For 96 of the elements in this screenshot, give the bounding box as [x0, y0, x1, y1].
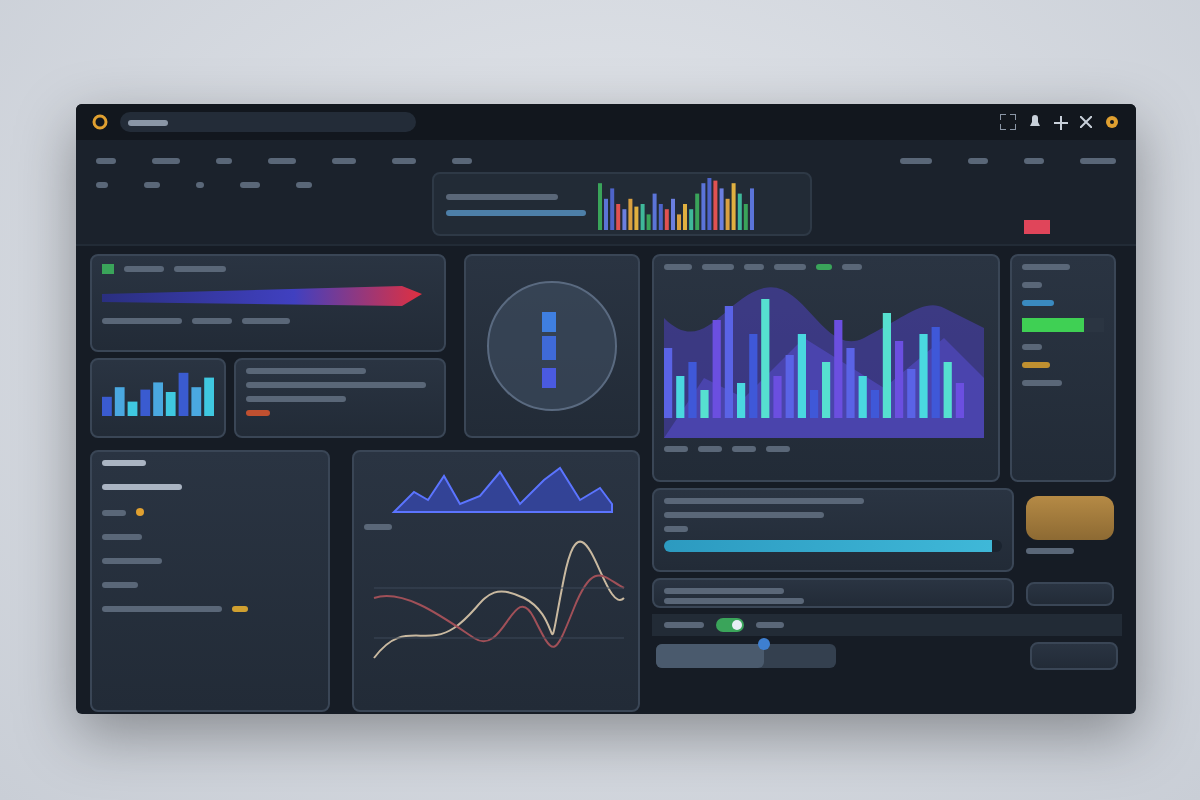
blurred-text	[144, 182, 160, 188]
blurred-text	[446, 209, 586, 215]
blurred-text	[446, 193, 558, 199]
blurred-text	[664, 264, 692, 270]
blurred-text	[1026, 548, 1074, 554]
blurred-text	[232, 606, 248, 612]
blurred-text	[1022, 362, 1050, 368]
chart-bar	[797, 334, 806, 418]
chart-bar	[773, 376, 782, 418]
blurred-text	[96, 182, 108, 188]
slider-thumb[interactable]	[758, 638, 770, 650]
chart-bar	[870, 390, 879, 418]
close-icon[interactable]	[1080, 116, 1092, 128]
blurred-text	[268, 158, 296, 164]
blurred-text	[1024, 158, 1044, 164]
blurred-text	[744, 264, 764, 270]
blurred-text	[1080, 158, 1116, 164]
slider[interactable]	[656, 644, 836, 668]
blurred-text	[124, 266, 164, 272]
chart-bar	[688, 362, 697, 418]
blurred-text	[968, 158, 988, 164]
chart-bar	[712, 320, 721, 418]
blurred-text	[246, 410, 270, 416]
chart-bar	[882, 313, 891, 418]
blurred-text	[102, 509, 126, 515]
blurred-text	[152, 158, 180, 164]
blurred-text	[332, 158, 356, 164]
info-box	[1026, 581, 1114, 605]
chart-bar	[834, 320, 843, 418]
chart-bar	[907, 369, 916, 418]
blurred-text	[756, 622, 784, 628]
blurred-text	[664, 446, 688, 452]
blurred-text	[296, 182, 312, 188]
blurred-text	[192, 318, 232, 324]
blurred-text	[664, 598, 804, 604]
chart-bar	[700, 390, 709, 418]
action-button[interactable]	[1026, 496, 1114, 540]
blurred-text	[196, 182, 204, 188]
blurred-text	[1022, 300, 1054, 306]
toggle-switch[interactable]	[716, 618, 744, 632]
blurred-text	[702, 264, 734, 270]
chart-bar	[931, 327, 940, 418]
blurred-text	[102, 582, 138, 588]
blurred-text	[102, 484, 182, 490]
blurred-text	[128, 119, 168, 125]
blurred-text	[1022, 264, 1070, 270]
blurred-text	[1022, 380, 1062, 386]
blurred-text	[102, 534, 142, 540]
folder-icon	[102, 264, 114, 274]
blurred-text	[1022, 344, 1042, 350]
logo-icon	[92, 114, 108, 130]
blurred-text	[664, 622, 704, 628]
blurred-text	[364, 524, 392, 530]
chart-bar	[676, 376, 685, 418]
blurred-text	[664, 588, 784, 594]
circle-chart-drawing	[482, 276, 622, 416]
blurred-text	[174, 266, 226, 272]
blurred-text	[732, 446, 756, 452]
chart-bar	[846, 348, 855, 418]
blurred-text	[246, 368, 366, 374]
bell-icon[interactable]	[1028, 114, 1042, 130]
blurred-text	[392, 158, 416, 164]
chart-bar	[761, 299, 770, 418]
blurred-text	[246, 396, 346, 402]
chart-bar	[858, 376, 867, 418]
chart-bar	[785, 355, 794, 418]
chart-bar	[895, 341, 904, 418]
chart-bar	[822, 362, 831, 418]
chart-bar	[664, 348, 673, 418]
expand-icon[interactable]	[1000, 114, 1016, 130]
plus-icon[interactable]	[1054, 115, 1068, 129]
blurred-text	[102, 318, 182, 324]
chart-bar	[955, 383, 964, 418]
chart-bar	[919, 334, 928, 418]
chart-bar	[749, 334, 758, 418]
blurred-text	[900, 158, 932, 164]
blurred-text	[766, 446, 790, 452]
blurred-text	[664, 526, 688, 532]
blurred-text	[1022, 282, 1042, 288]
blurred-text	[242, 318, 290, 324]
gear-icon[interactable]	[1104, 114, 1120, 130]
blurred-text	[216, 158, 232, 164]
blurred-text	[774, 264, 806, 270]
chart-bar	[943, 362, 952, 418]
search-field[interactable]	[120, 112, 416, 132]
blurred-text	[452, 158, 472, 164]
blurred-text	[698, 446, 722, 452]
blurred-text	[102, 558, 162, 564]
chart-bar	[737, 383, 746, 418]
status-indicator	[1024, 220, 1050, 234]
blurred-text	[102, 606, 222, 612]
blurred-text	[102, 460, 146, 466]
chart-bar	[810, 390, 819, 418]
info-box	[1030, 642, 1118, 670]
chart-bar	[724, 306, 733, 418]
marker-icon	[136, 508, 144, 516]
